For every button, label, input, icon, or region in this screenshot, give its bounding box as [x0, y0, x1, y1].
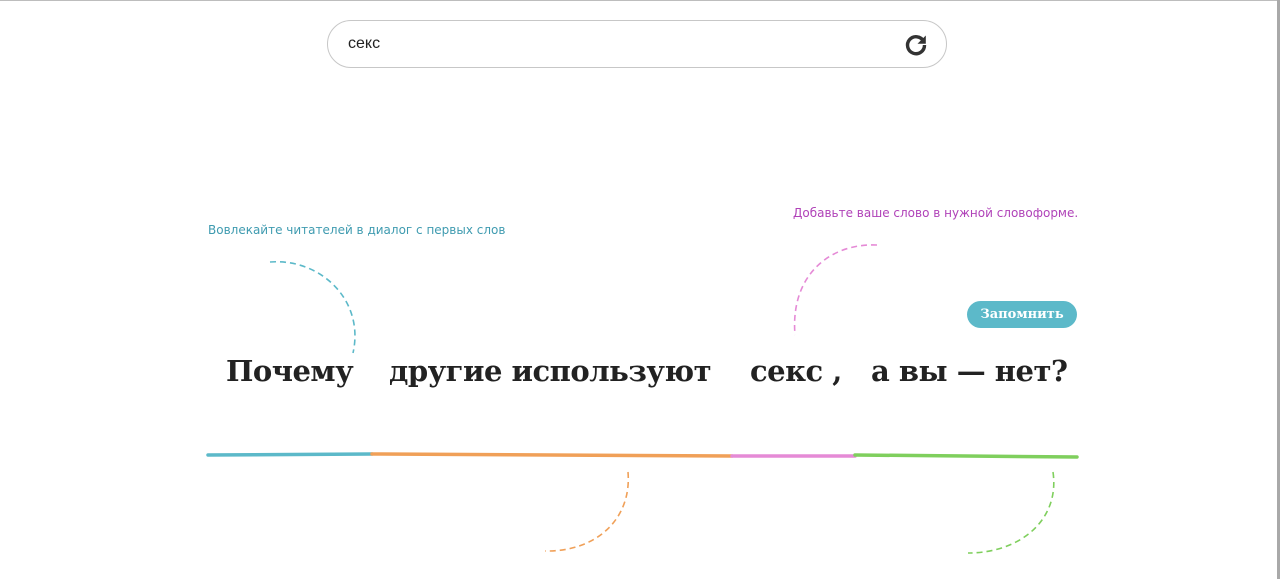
underline-orange: [370, 452, 734, 458]
underline-teal: [206, 452, 374, 457]
headline-part-2: другие используют: [389, 354, 712, 388]
headline-part-1: Почему: [226, 354, 354, 388]
refresh-icon[interactable]: [904, 33, 928, 57]
window-top-border: [0, 0, 1280, 1]
connector-pink-dashed: [793, 244, 878, 336]
connector-green-dashed: [967, 471, 1055, 554]
headline-part-4: а вы — нет?: [871, 354, 1068, 388]
search-input[interactable]: [348, 31, 888, 57]
connector-teal-dashed: [269, 261, 356, 354]
connector-orange-dashed: [544, 471, 630, 552]
search-bar[interactable]: [327, 20, 947, 68]
hint-right-text: Добавьте ваше слово в нужной словоформе.: [793, 206, 1079, 220]
remember-button[interactable]: Запомнить: [967, 301, 1077, 328]
hint-left-text: Вовлекайте читателей в диалог с первых с…: [208, 223, 506, 237]
headline-part-3: секс ,: [750, 354, 842, 388]
decorations-layer: [206, 244, 1079, 554]
underline-green: [853, 453, 1079, 459]
